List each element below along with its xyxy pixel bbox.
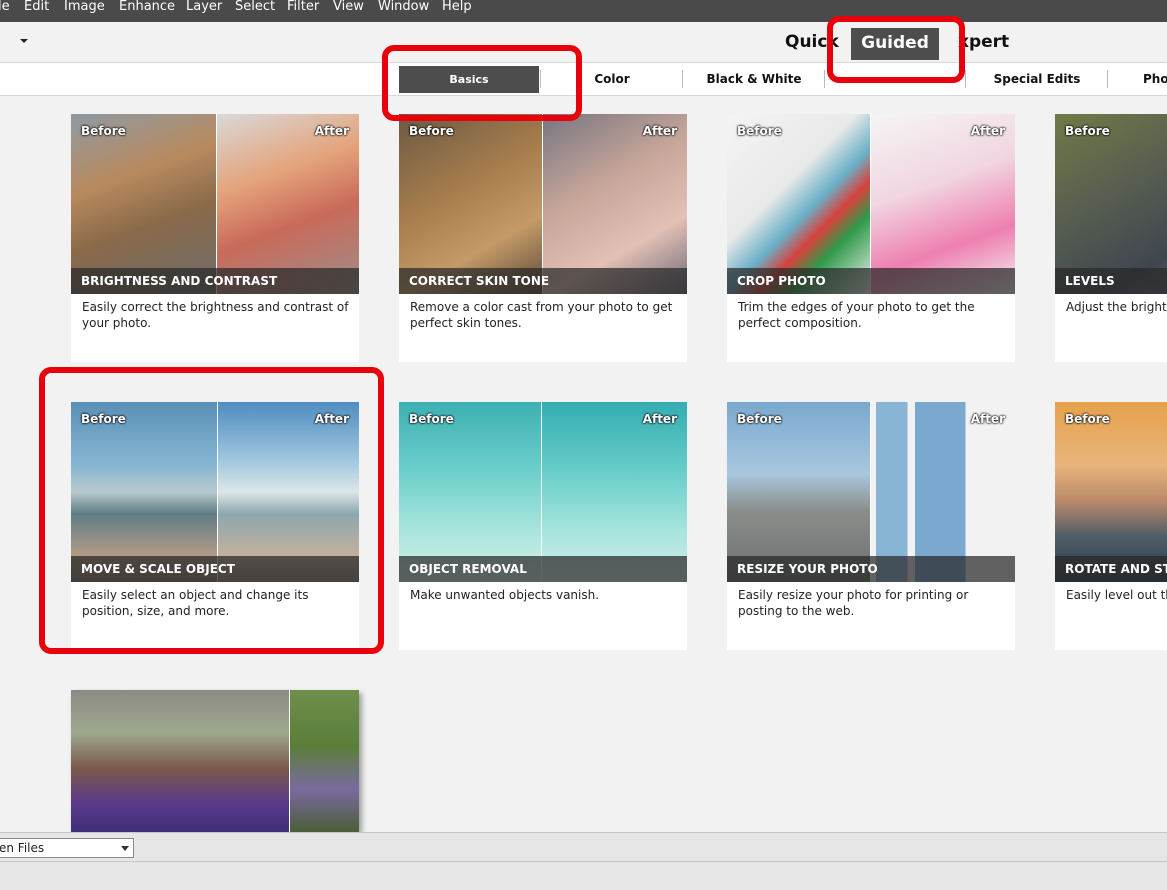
highlight-basics-tab xyxy=(382,45,582,121)
card-thumbnail: Before LEVELS xyxy=(1055,114,1167,294)
menu-help[interactable]: Help xyxy=(442,0,472,14)
card-thumbnail: Before After RESIZE YOUR PHOTO xyxy=(727,402,1015,582)
files-select[interactable]: en Files xyxy=(0,838,134,858)
card-description: Trim the edges of your photo to get the … xyxy=(738,300,975,330)
before-label: Before xyxy=(737,412,782,426)
card-description: Remove a color cast from your photo to g… xyxy=(410,300,673,330)
card-title: LEVELS xyxy=(1065,274,1115,288)
card-levels[interactable]: Before LEVELS Adjust the brightn range o… xyxy=(1055,114,1167,362)
card-description: Easily correct the brightness and contra… xyxy=(82,300,349,330)
card-thumbnail xyxy=(71,690,359,832)
card-title: CORRECT SKIN TONE xyxy=(409,274,550,288)
tab-divider xyxy=(1107,70,1108,88)
tab-black-white[interactable]: Black & White xyxy=(690,69,818,89)
before-label: Before xyxy=(1065,412,1110,426)
card-rotate-and-straighten[interactable]: Before ROTATE AND ST Easily level out th… xyxy=(1055,402,1167,650)
card-thumbnail: Before After CORRECT SKIN TONE xyxy=(399,114,687,294)
card-resize-your-photo[interactable]: Before After RESIZE YOUR PHOTO Easily re… xyxy=(727,402,1015,650)
before-label: Before xyxy=(409,124,454,138)
category-tab-bar: Basics Color Black & White Special Edits… xyxy=(0,62,1167,96)
tab-special-edits[interactable]: Special Edits xyxy=(975,69,1099,89)
card-thumbnail-partial[interactable] xyxy=(71,690,359,832)
card-title: RESIZE YOUR PHOTO xyxy=(737,562,878,576)
tab-photo[interactable]: Pho xyxy=(1143,69,1167,89)
before-label: Before xyxy=(1065,124,1110,138)
card-description: Make unwanted objects vanish. xyxy=(410,588,600,602)
card-title: ROTATE AND ST xyxy=(1065,562,1167,576)
card-description: Adjust the brightn range of your pho xyxy=(1066,300,1167,314)
card-crop-photo[interactable]: Before After CROP PHOTO Trim the edges o… xyxy=(727,114,1015,362)
after-label: After xyxy=(314,124,349,138)
card-title: CROP PHOTO xyxy=(737,274,826,288)
card-correct-skin-tone[interactable]: Before After CORRECT SKIN TONE Remove a … xyxy=(399,114,687,362)
card-description: Easily resize your photo for printing or… xyxy=(738,588,969,618)
tab-divider xyxy=(682,70,683,88)
menu-enhance[interactable]: Enhance xyxy=(119,0,175,14)
menu-view[interactable]: View xyxy=(333,0,364,14)
card-thumbnail: Before After BRIGHTNESS AND CONTRAST xyxy=(71,114,359,294)
mode-expert-button[interactable]: xpert xyxy=(958,32,1009,52)
before-label: Before xyxy=(737,124,782,138)
after-label: After xyxy=(642,412,677,426)
menu-image[interactable]: Image xyxy=(64,0,105,14)
chevron-down-icon[interactable] xyxy=(20,39,28,43)
highlight-guided-mode xyxy=(827,16,965,83)
card-title: BRIGHTNESS AND CONTRAST xyxy=(81,274,278,288)
card-description: Easily level out the xyxy=(1066,588,1167,602)
menu-bar: le Edit Image Enhance Layer Select Filte… xyxy=(0,0,1167,22)
menu-layer[interactable]: Layer xyxy=(186,0,222,14)
card-title: OBJECT REMOVAL xyxy=(409,562,527,576)
card-brightness-contrast[interactable]: Before After BRIGHTNESS AND CONTRAST Eas… xyxy=(71,114,359,362)
tab-divider xyxy=(824,70,825,88)
card-thumbnail: Before ROTATE AND ST xyxy=(1055,402,1167,582)
menu-file[interactable]: le xyxy=(0,0,10,14)
menu-select[interactable]: Select xyxy=(235,0,275,14)
after-label: After xyxy=(642,124,677,138)
menu-filter[interactable]: Filter xyxy=(287,0,319,14)
card-thumbnail: Before After CROP PHOTO xyxy=(727,114,1015,294)
tab-divider xyxy=(965,70,966,88)
before-label: Before xyxy=(81,124,126,138)
files-select-value: en Files xyxy=(0,841,45,855)
chevron-down-icon[interactable] xyxy=(121,846,129,851)
after-label: After xyxy=(970,124,1005,138)
after-label: After xyxy=(970,412,1005,426)
menu-window[interactable]: Window xyxy=(378,0,429,14)
highlight-move-scale-card xyxy=(39,367,384,654)
divider xyxy=(0,861,1167,862)
before-label: Before xyxy=(409,412,454,426)
bottom-bar: en Files xyxy=(0,832,1167,890)
menu-edit[interactable]: Edit xyxy=(24,0,49,14)
mode-bar: Quick Guided xpert xyxy=(0,22,1167,62)
card-object-removal[interactable]: Before After OBJECT REMOVAL Make unwante… xyxy=(399,402,687,650)
card-thumbnail: Before After OBJECT REMOVAL xyxy=(399,402,687,582)
